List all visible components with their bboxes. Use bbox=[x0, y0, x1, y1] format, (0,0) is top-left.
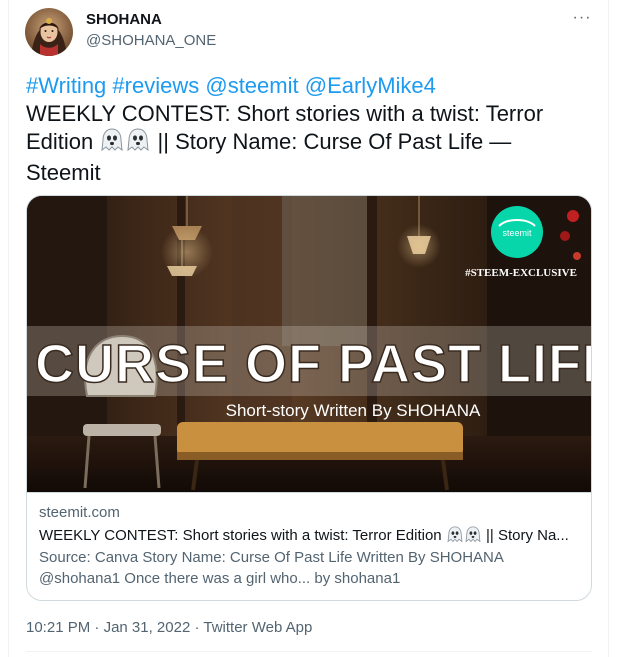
card-image-hashtag: #STEEM-EXCLUSIVE bbox=[465, 267, 577, 279]
timestamp-separator: · bbox=[90, 619, 104, 636]
ghost-emoji-icon bbox=[99, 128, 125, 159]
hashtag-reviews[interactable]: #reviews bbox=[112, 73, 199, 98]
tweet-text: #Writing #reviews @steemit @EarlyMike4 W… bbox=[26, 72, 586, 187]
link-card[interactable]: steemit #STEEM-EXCLUSIVE CURSE OF PAST L… bbox=[26, 195, 592, 601]
tweet-line-1: #Writing #reviews @steemit @EarlyMike4 bbox=[26, 72, 586, 100]
author-handle[interactable]: @SHOHANA_ONE bbox=[86, 32, 216, 50]
card-title-tail: || Story Na... bbox=[485, 527, 569, 544]
tweet-date[interactable]: Jan 31, 2022 bbox=[104, 619, 191, 636]
tweet-time[interactable]: 10:21 PM bbox=[26, 619, 90, 636]
card-description-line-2: @shohana1 Once there was a girl who... b… bbox=[39, 570, 401, 587]
card-meta[interactable]: steemit.com WEEKLY CONTEST: Short storie… bbox=[27, 492, 591, 600]
card-domain: steemit.com bbox=[39, 504, 120, 521]
card-image-headline: CURSE OF PAST LIFE bbox=[35, 334, 592, 394]
divider bbox=[26, 651, 592, 652]
steemit-logo-text: steemit bbox=[502, 228, 532, 238]
tweet-timestamp: 10:21 PM · Jan 31, 2022 · Twitter Web Ap… bbox=[26, 618, 312, 638]
card-title-text: WEEKLY CONTEST: Short stories with a twi… bbox=[39, 527, 442, 544]
timestamp-separator: · bbox=[190, 619, 204, 636]
tweet-source-app[interactable]: Twitter Web App bbox=[203, 619, 312, 636]
card-description: Source: Canva Story Name: Curse Of Past … bbox=[39, 547, 579, 589]
card-image[interactable]: steemit #STEEM-EXCLUSIVE CURSE OF PAST L… bbox=[27, 196, 592, 492]
tweet-line-2: WEEKLY CONTEST: Short stories with a twi… bbox=[26, 101, 544, 126]
ghost-emoji-icon bbox=[446, 526, 464, 548]
more-options-icon[interactable]: ··· bbox=[568, 8, 596, 32]
avatar[interactable] bbox=[25, 8, 73, 56]
tweet-line-3: Edition || Story Name: Curse Of Past Lif… bbox=[26, 128, 586, 159]
mention-earlymike4[interactable]: @EarlyMike4 bbox=[305, 73, 436, 98]
mention-steemit[interactable]: @steemit bbox=[205, 73, 298, 98]
hashtag-writing[interactable]: #Writing bbox=[26, 73, 106, 98]
card-description-line-1: Source: Canva Story Name: Curse Of Past … bbox=[39, 549, 504, 566]
card-title: WEEKLY CONTEST: Short stories with a twi… bbox=[39, 526, 579, 548]
tweet-story-name-text: || Story Name: Curse Of Past Life — bbox=[157, 129, 512, 154]
steemit-logo-icon: steemit bbox=[491, 206, 543, 258]
tweet-edition-text: Edition bbox=[26, 129, 94, 154]
author-display-name[interactable]: SHOHANA bbox=[86, 11, 162, 29]
ghost-emoji-icon bbox=[125, 128, 151, 159]
tweet-line-4: Steemit bbox=[26, 160, 101, 185]
ghost-emoji-icon bbox=[464, 526, 482, 548]
card-image-subline: Short-story Written By SHOHANA bbox=[226, 401, 481, 420]
